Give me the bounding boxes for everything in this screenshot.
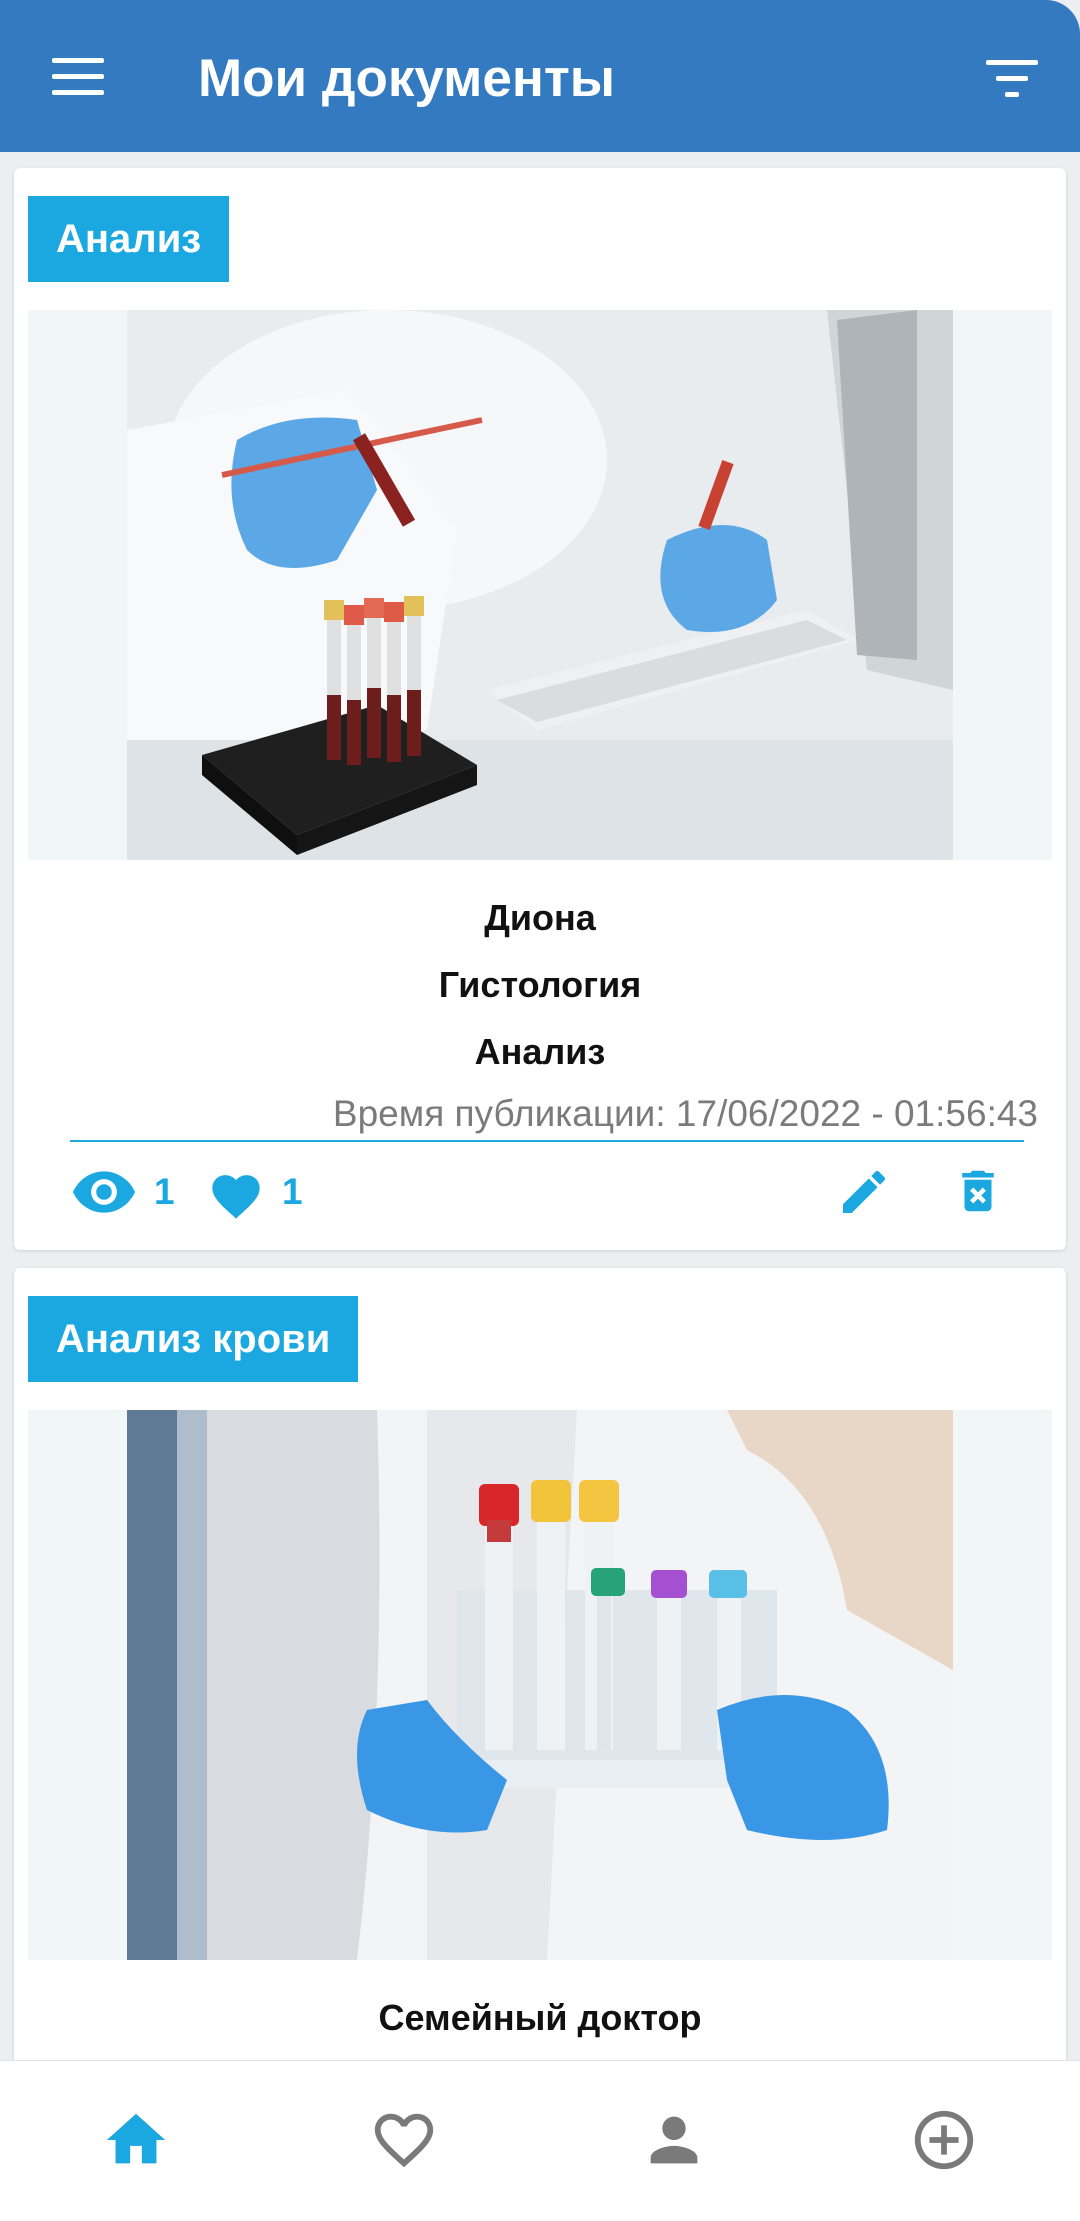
bottom-navigation (0, 2060, 1080, 2221)
heart-outline-icon[interactable] (369, 2105, 439, 2175)
app-header: Мои документы (0, 0, 1080, 152)
document-author: Семейный доктор (378, 1997, 702, 2038)
add-circle-icon[interactable] (909, 2105, 979, 2175)
document-card[interactable]: Анализ Диона Гистология Анализ Время пуб… (14, 168, 1066, 1250)
test-tube-rack-photo (127, 1410, 953, 1960)
divider (70, 1140, 1024, 1142)
document-type: Анализ (474, 1031, 606, 1072)
document-image[interactable] (28, 310, 1052, 860)
filter-icon[interactable] (986, 58, 1038, 98)
pencil-icon[interactable] (836, 1164, 892, 1220)
document-image[interactable] (28, 1410, 1052, 1960)
heart-icon[interactable] (207, 1168, 265, 1220)
documents-feed[interactable]: Анализ Диона Гистология Анализ Время пуб… (0, 152, 1080, 2060)
document-specialty: Гистология (438, 964, 642, 1005)
person-icon[interactable] (639, 2105, 709, 2175)
document-category-tag: Анализ крови (28, 1296, 359, 1382)
trash-icon[interactable] (951, 1162, 1005, 1220)
home-icon[interactable] (101, 2105, 171, 2175)
document-author: Диона (484, 897, 596, 938)
page-title: Мои документы (198, 49, 616, 108)
lab-technician-photo (127, 310, 953, 860)
views-count: 1 (154, 1171, 175, 1212)
publication-time: Время публикации: 17/06/2022 - 01:56:43 (332, 1093, 1038, 1134)
hamburger-menu-icon[interactable] (52, 58, 104, 96)
eye-icon (73, 1171, 135, 1213)
document-category-tag: Анализ (28, 196, 230, 282)
document-card[interactable]: Анализ крови Семейный доктор (14, 1268, 1066, 2060)
likes-count: 1 (282, 1171, 303, 1212)
